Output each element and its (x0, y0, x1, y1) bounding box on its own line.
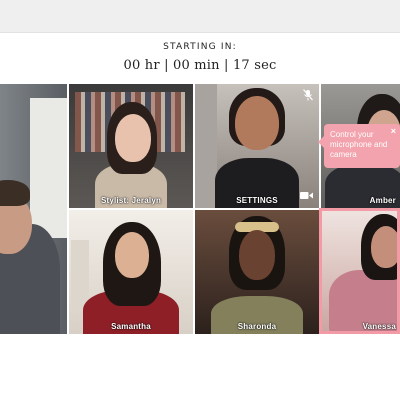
participant-name: Stylist: Jeralyn (100, 196, 162, 205)
media-controls-tooltip: Control your microphone and camera × (318, 124, 400, 168)
video-tile-left[interactable] (0, 84, 67, 334)
tooltip-text: Control your microphone and camera (330, 130, 388, 159)
video-tile-stylist[interactable]: Stylist: Jeralyn (69, 84, 193, 208)
video-tile-self[interactable]: SETTINGS (195, 84, 319, 208)
video-grid: Stylist: Jeralyn SETTINGS Amber Samantha… (0, 0, 400, 400)
video-tile-samantha[interactable]: Samantha (69, 210, 193, 334)
mic-muted-icon[interactable] (303, 89, 313, 104)
participant-name: Samantha (111, 322, 151, 331)
video-tile-sharonda[interactable]: Sharonda (195, 210, 319, 334)
participant-name: Amber (369, 196, 396, 205)
settings-label[interactable]: SETTINGS (195, 196, 319, 205)
participant-name: Vanessa (362, 322, 396, 331)
participant-name: Sharonda (237, 322, 277, 331)
video-tile-vanessa[interactable]: Vanessa (321, 210, 400, 334)
close-icon[interactable]: × (391, 126, 396, 136)
